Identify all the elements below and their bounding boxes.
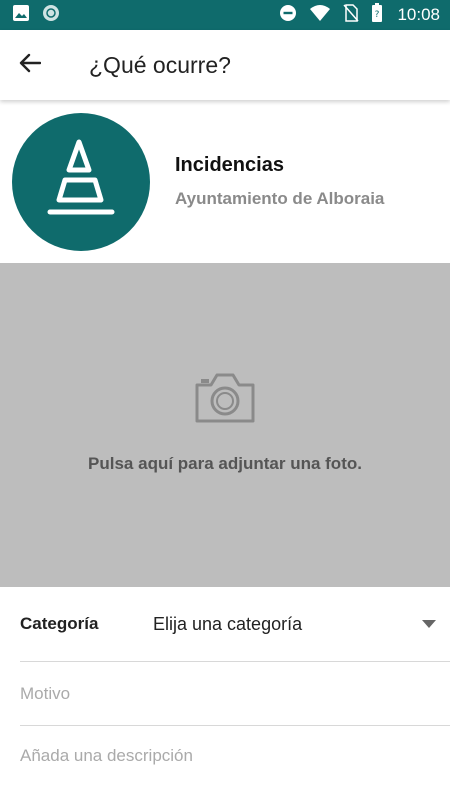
- battery-icon: ?: [371, 2, 383, 28]
- description-input[interactable]: [20, 746, 450, 766]
- camera-icon: [193, 371, 257, 430]
- category-row: Categoría Elija una categoría: [20, 587, 450, 662]
- category-dropdown[interactable]: Elija una categoría: [153, 614, 436, 635]
- incident-form: Categoría Elija una categoría: [0, 587, 450, 786]
- status-bar: ? 10:08: [0, 0, 450, 30]
- app-bar: ¿Qué ocurre?: [0, 30, 450, 100]
- back-button[interactable]: [0, 30, 60, 100]
- dropdown-arrow-icon: [422, 615, 436, 633]
- organization-header: Incidencias Ayuntamiento de Alboraia: [0, 100, 450, 263]
- do-not-disturb-icon: [279, 4, 297, 27]
- cone-logo-icon: [47, 139, 115, 214]
- attach-photo-prompt: Pulsa aquí para adjuntar una foto.: [88, 453, 362, 473]
- status-bar-right: ? 10:08: [279, 2, 440, 28]
- category-label: Categoría: [20, 614, 99, 633]
- image-icon: [12, 4, 30, 27]
- motivo-field: [20, 662, 450, 726]
- organization-title: Incidencias: [175, 154, 284, 176]
- svg-text:?: ?: [375, 10, 380, 20]
- status-time: 10:08: [397, 5, 440, 24]
- no-sim-icon: [343, 3, 360, 27]
- page-title: ¿Qué ocurre?: [89, 51, 231, 78]
- organization-text: Incidencias Ayuntamiento de Alboraia: [175, 154, 384, 209]
- description-field: [20, 726, 450, 786]
- arrow-left-icon: [19, 53, 42, 78]
- category-selected-value: Elija una categoría: [153, 613, 303, 634]
- circle-app-icon: [42, 4, 60, 27]
- motivo-input[interactable]: [20, 683, 450, 704]
- organization-logo: [12, 112, 150, 251]
- organization-subtitle: Ayuntamiento de Alboraia: [175, 189, 385, 208]
- attach-photo-area[interactable]: Pulsa aquí para adjuntar una foto.: [0, 263, 450, 587]
- status-bar-left: [12, 4, 60, 27]
- wifi-icon: [309, 4, 331, 27]
